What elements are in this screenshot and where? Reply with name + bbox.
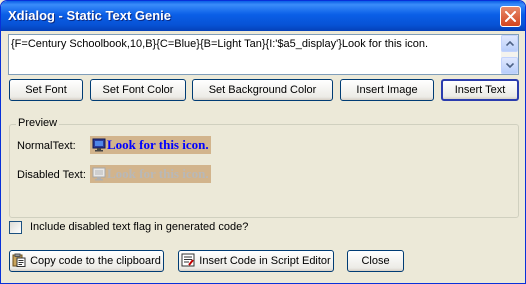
close-icon [505,11,516,22]
code-editor-text[interactable]: {F=Century Schoolbook,10,B}{C=Blue}{B=Li… [11,38,428,50]
insert-image-button[interactable]: Insert Image [340,79,434,101]
normal-text-label: NormalText: [17,140,76,152]
display-icon-disabled [92,167,106,181]
set-font-button[interactable]: Set Font [9,79,83,101]
set-font-color-button[interactable]: Set Font Color [90,79,186,101]
scroll-down-button[interactable] [501,57,518,74]
display-icon [92,138,106,152]
window-title: Xdialog - Static Text Genie [8,8,172,23]
disabled-sample-text: Look for this icon. [107,166,209,181]
script-editor-icon [181,253,195,267]
copy-code-button[interactable]: Copy code to the clipboard [9,250,164,272]
editor-scrollbar[interactable] [501,35,518,74]
code-editor[interactable]: {F=Century Schoolbook,10,B}{C=Blue}{B=Li… [8,34,519,75]
disabled-text-preview: Look for this icon. [90,165,211,183]
clipboard-icon [12,253,26,268]
chevron-up-icon [506,41,514,46]
include-disabled-label[interactable]: Include disabled text flag in generated … [30,221,248,233]
window-close-button[interactable] [500,6,521,27]
dialog-window: Xdialog - Static Text Genie {F=Century S… [0,0,526,284]
preview-group: Preview NormalText: Look for this icon. … [9,117,519,218]
title-bar[interactable]: Xdialog - Static Text Genie [1,1,525,31]
insert-code-button[interactable]: Insert Code in Script Editor [178,250,334,272]
insert-text-button[interactable]: Insert Text [441,79,519,101]
set-background-color-button[interactable]: Set Background Color [192,79,333,101]
normal-sample-text: Look for this icon. [107,137,209,152]
include-disabled-checkbox[interactable] [9,221,22,234]
copy-code-label: Copy code to the clipboard [30,255,161,267]
dialog-client-area: {F=Century Schoolbook,10,B}{C=Blue}{B=Li… [4,31,522,280]
preview-group-label: Preview [16,117,60,129]
normal-text-preview: Look for this icon. [90,136,211,154]
scroll-up-button[interactable] [501,35,518,52]
chevron-down-icon [506,63,514,68]
insert-code-label: Insert Code in Script Editor [199,255,331,267]
close-button[interactable]: Close [347,250,404,272]
disabled-text-label: Disabled Text: [17,169,86,181]
